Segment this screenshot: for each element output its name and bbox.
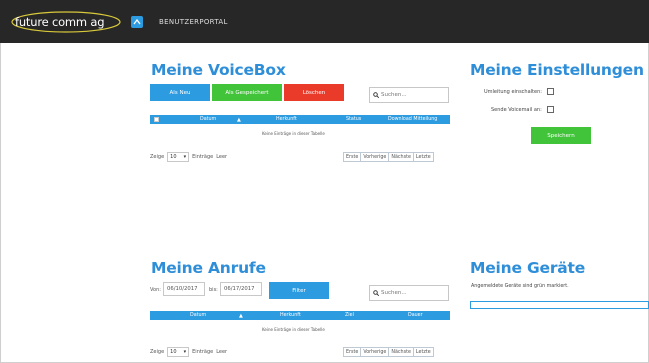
from-label: Von: — [150, 287, 161, 293]
portal-icon[interactable] — [131, 16, 143, 28]
filter-button[interactable]: Filter — [269, 282, 329, 299]
col-herkunft[interactable]: Herkunft — [280, 313, 301, 318]
search-icon — [373, 290, 379, 296]
save-button[interactable]: Speichern — [531, 127, 591, 144]
col-status[interactable]: Status — [346, 117, 361, 122]
logo-text: future comm ag — [15, 15, 105, 29]
pager-first[interactable]: Erste — [344, 348, 362, 356]
voicemail-label: Sende Voicemail an: — [491, 106, 542, 113]
voicebox-table-header: Datum ▲ Herkunft Status Download Mitteil… — [150, 115, 450, 124]
calls-search-input[interactable] — [381, 290, 441, 296]
sort-asc-icon[interactable]: ▲ — [237, 117, 241, 123]
chevron-down-icon: ▾ — [183, 154, 187, 160]
col-datum[interactable]: Datum — [200, 117, 216, 122]
forward-checkbox[interactable] — [546, 88, 554, 95]
col-datum[interactable]: Datum — [190, 313, 206, 318]
select-all-checkbox[interactable] — [154, 116, 159, 122]
delete-button[interactable]: Löschen — [284, 84, 344, 101]
mark-new-button[interactable]: Als Neu — [150, 84, 210, 101]
voicebox-pagination: Erste Vorherige Nächste Letzte — [343, 152, 434, 162]
forward-setting: Umleitung einschalten: — [484, 88, 554, 95]
calls-pagination: Erste Vorherige Nächste Letzte — [343, 347, 434, 357]
to-date-input[interactable]: 06/17/2017 — [220, 282, 262, 296]
mark-saved-button[interactable]: Als Gespeichert — [212, 84, 282, 101]
pager-first[interactable]: Erste — [344, 153, 362, 161]
show-suffix: Einträge — [192, 154, 214, 160]
calls-empty-text: Keine Einträge in dieser Tabelle — [262, 327, 325, 332]
show-prefix: Zeige — [150, 154, 165, 160]
page-size-value: 10 — [170, 154, 177, 160]
calls-title: Meine Anrufe — [151, 259, 266, 277]
voicebox-empty-text: Keine Einträge in dieser Tabelle — [262, 131, 325, 136]
chevron-down-icon: ▾ — [183, 349, 187, 355]
page-size-select[interactable]: 10 ▾ — [167, 152, 190, 162]
col-dauer[interactable]: Dauer — [408, 313, 423, 318]
voicemail-setting: Sende Voicemail an: — [491, 106, 554, 113]
voicebox-search[interactable] — [369, 87, 449, 103]
pager-next[interactable]: Nächste — [389, 153, 414, 161]
company-logo[interactable]: future comm ag — [10, 9, 122, 35]
show-prefix: Zeige — [150, 349, 165, 355]
calls-table-header: Datum ▲ Herkunft Ziel Dauer — [150, 311, 450, 320]
voicebox-search-input[interactable] — [381, 92, 441, 98]
top-navbar: future comm ag BENUTZERPORTAL — [0, 0, 649, 43]
sort-asc-icon[interactable]: ▲ — [239, 313, 243, 319]
pager-last[interactable]: Letzte — [414, 348, 433, 356]
to-label: bis: — [209, 287, 218, 293]
pager-last[interactable]: Letzte — [414, 153, 433, 161]
settings-title: Meine Einstellungen — [470, 61, 644, 79]
from-date-input[interactable]: 06/10/2017 — [163, 282, 205, 296]
nav-benutzerportal[interactable]: BENUTZERPORTAL — [159, 18, 228, 26]
devices-hint: Angemeldete Geräte sind grün markiert. — [471, 284, 569, 289]
voicebox-page-size: Zeige 10 ▾ Einträge Leer — [150, 152, 227, 162]
forward-label: Umleitung einschalten: — [484, 88, 542, 95]
pager-prev[interactable]: Vorherige — [361, 153, 390, 161]
col-herkunft[interactable]: Herkunft — [276, 117, 297, 122]
page-size-select[interactable]: 10 ▾ — [167, 347, 190, 357]
devices-list — [470, 301, 649, 309]
search-icon — [373, 92, 379, 98]
voicebox-title: Meine VoiceBox — [151, 61, 286, 79]
pager-prev[interactable]: Vorherige — [361, 348, 390, 356]
show-suffix: Einträge — [192, 349, 214, 355]
pager-next[interactable]: Nächste — [389, 348, 414, 356]
col-download[interactable]: Download Mitteilung — [388, 117, 437, 122]
voicemail-checkbox[interactable] — [546, 106, 554, 113]
calls-page-size: Zeige 10 ▾ Einträge Leer — [150, 347, 227, 357]
col-ziel[interactable]: Ziel — [345, 313, 354, 318]
empty-label: Leer — [216, 154, 228, 160]
calls-search[interactable] — [369, 285, 449, 301]
devices-title: Meine Geräte — [470, 259, 586, 277]
page-size-value: 10 — [170, 349, 177, 355]
empty-label: Leer — [216, 349, 228, 355]
